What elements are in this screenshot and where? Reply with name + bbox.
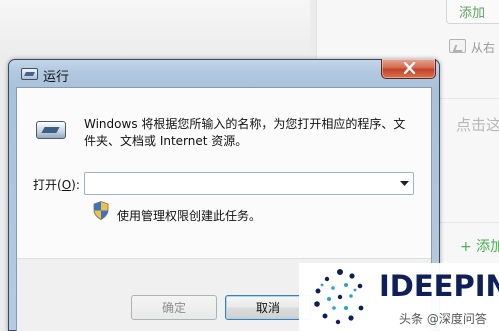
background-from-label: 从右 (471, 41, 496, 55)
dialog-description: Windows 将根据您所输入的名称，为您打开相应的程序、文件夹、文档或 Int… (84, 117, 406, 148)
open-combobox[interactable] (84, 172, 414, 195)
image-icon[interactable] (449, 39, 466, 53)
watermark-brand: IDEEPIN (379, 269, 499, 303)
background-add-link[interactable]: + 添加 (460, 236, 499, 256)
open-label-prefix: 打开( (33, 178, 62, 192)
dialog-title: 运行 (43, 70, 70, 85)
run-icon (21, 68, 38, 80)
background-add-button[interactable]: 添加 (446, 0, 499, 24)
logo-icon (314, 269, 364, 325)
shield-icon (93, 201, 109, 220)
admin-note: 使用管理权限创建此任务。 (117, 209, 262, 223)
ok-button[interactable]: 确定 (131, 295, 217, 320)
chevron-down-icon[interactable] (400, 181, 409, 187)
title-bar[interactable]: 运行 (9, 59, 439, 86)
background-top-area (0, 0, 310, 56)
watermark: IDEEPIN 头条 @深度问答 (299, 263, 499, 331)
open-label-suffix: ): (71, 178, 80, 192)
run-icon (36, 121, 66, 139)
open-label: 打开(O): (33, 176, 80, 193)
close-button[interactable] (381, 59, 436, 79)
close-icon (403, 62, 416, 74)
background-click-hint[interactable]: 点击这 (456, 114, 499, 135)
watermark-caption: 头条 @深度问答 (399, 312, 487, 326)
open-label-accesskey: O (61, 178, 72, 192)
